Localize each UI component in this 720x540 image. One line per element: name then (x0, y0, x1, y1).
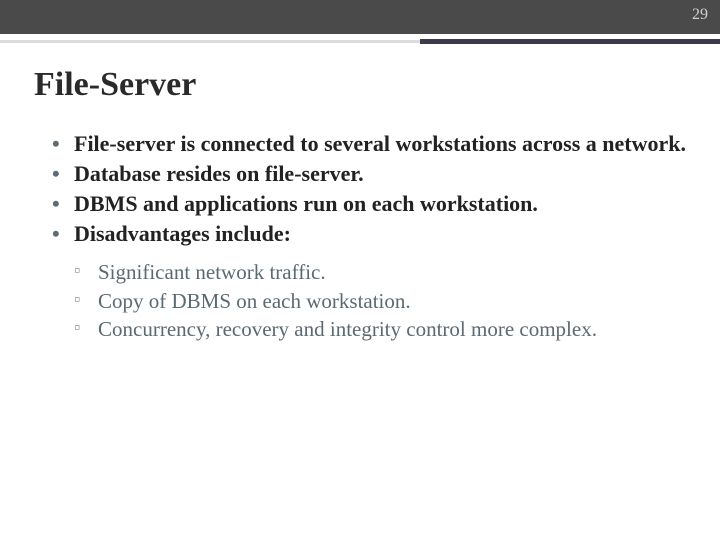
bullet-item: DBMS and applications run on each workst… (52, 190, 686, 218)
sub-bullet-item: Significant network traffic. (74, 259, 686, 286)
page-number: 29 (692, 6, 708, 24)
bullet-item: File-server is connected to several work… (52, 130, 686, 158)
content-area: File-Server File-server is connected to … (0, 54, 720, 343)
sub-bullet-list: Significant network traffic. Copy of DBM… (34, 259, 686, 344)
sub-bullet-item: Copy of DBMS on each workstation. (74, 288, 686, 315)
rule-dark (420, 39, 720, 44)
bullet-item: Disadvantages include: (52, 220, 686, 248)
slide-title: File-Server (34, 66, 686, 104)
sub-bullet-item: Concurrency, recovery and integrity cont… (74, 316, 686, 343)
header-band: 29 (0, 0, 720, 34)
main-bullet-list: File-server is connected to several work… (34, 130, 686, 249)
bullet-item: Database resides on file-server. (52, 160, 686, 188)
header-rule (0, 34, 720, 54)
